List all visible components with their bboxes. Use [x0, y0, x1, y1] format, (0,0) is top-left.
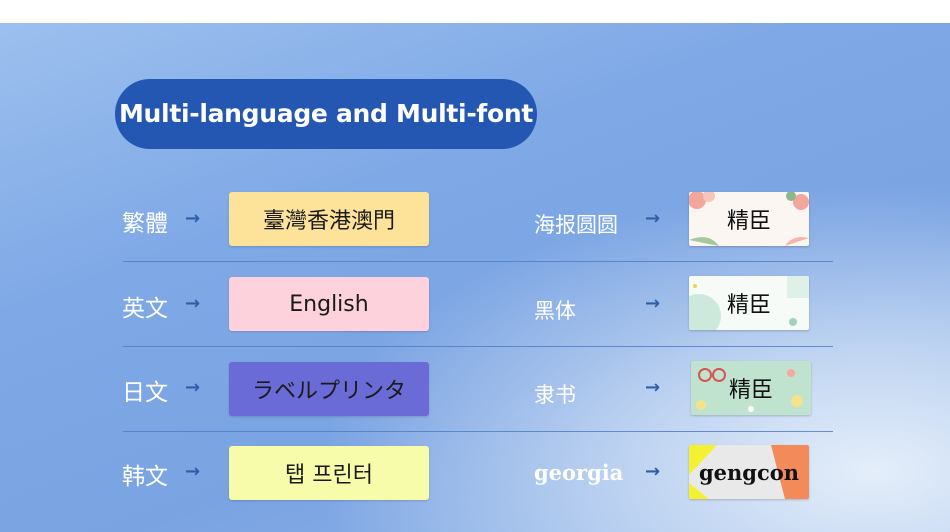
font-sample-heiti: 精臣 [689, 276, 809, 330]
language-label-english: 英文 [122, 296, 168, 322]
slide: Multi-language and Multi-font 繁體 → 臺灣香港澳… [0, 23, 950, 532]
arrow-icon: → [645, 293, 661, 314]
font-sample-text: 精臣 [726, 209, 771, 234]
font-sample-text: gengcon [698, 459, 800, 485]
font-sample-georgia: gengcon [689, 445, 809, 499]
arrow-icon: → [645, 377, 661, 398]
divider [123, 431, 833, 432]
divider [123, 261, 833, 262]
font-label-heiti: 黑体 [534, 299, 576, 323]
language-label-korean: 韩文 [122, 464, 168, 490]
arrow-icon: → [645, 208, 661, 229]
arrow-icon: → [185, 377, 201, 398]
font-label-lishu: 隶书 [534, 383, 576, 407]
font-label-georgia: georgia [534, 460, 624, 485]
font-sample-text: 精臣 [728, 378, 773, 403]
font-label-haibao: 海报圆圆 [534, 213, 618, 237]
language-label-japanese: 日文 [122, 380, 168, 406]
font-sample-text: 精臣 [726, 293, 771, 318]
font-sample-lishu: 精臣 [691, 361, 811, 415]
arrow-icon: → [185, 293, 201, 314]
divider [123, 346, 833, 347]
language-sample-english: English [229, 277, 429, 331]
language-label-traditional: 繁體 [122, 211, 168, 237]
arrow-icon: → [185, 208, 201, 229]
language-sample-korean: 탭 프린터 [229, 446, 429, 500]
page-title: Multi-language and Multi-font [115, 79, 537, 149]
arrow-icon: → [185, 461, 201, 482]
language-sample-japanese: ラベルプリンタ [229, 362, 429, 416]
font-sample-haibao: 精臣 [689, 192, 809, 246]
arrow-icon: → [645, 461, 661, 482]
language-sample-traditional: 臺灣香港澳門 [229, 192, 429, 246]
top-bar [0, 0, 950, 23]
